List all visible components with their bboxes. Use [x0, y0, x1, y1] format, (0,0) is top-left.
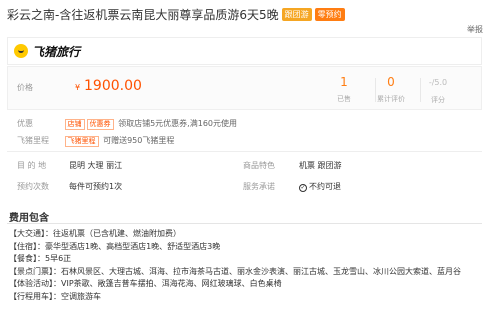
- fee-item: 【大交通】：往返机票（已含机建、燃油附加费）: [9, 229, 181, 238]
- tour-type-tag: 跟团游: [281, 7, 312, 21]
- check-icon: ✓: [299, 184, 307, 192]
- section-divider: [7, 223, 482, 224]
- fee-item: 【行程用车】：空调旅游车: [9, 291, 101, 301]
- fee-item: 【餐食】：5早6正: [9, 254, 72, 263]
- brand-bar: 飞猪旅行: [7, 37, 482, 65]
- rating-stat: -/5.0 评分: [413, 75, 463, 105]
- price-panel: 价格 ¥ 1900.00 1 已售 0 累计评价 -/5.0 评分: [7, 66, 482, 110]
- mileage-row: 飞猪里程 飞猪里程 可赠送950飞猪里程: [17, 135, 174, 147]
- shop-badge: 店铺: [64, 119, 85, 130]
- mileage-text: 可赠送950飞猪里程: [103, 136, 175, 145]
- booking-times-label: 预约次数: [17, 182, 49, 191]
- fliggy-logo-icon: [14, 44, 28, 58]
- review-label: 累计评价: [377, 95, 405, 103]
- product-title: 彩云之南-含往返机票云南昆大丽尊享品质游6天5晚: [7, 7, 279, 22]
- fees-list: 【大交通】：往返机票（已含机建、燃油附加费） 【住宿】：豪华型酒店1晚、高档型酒…: [9, 228, 479, 303]
- rating-value: -/5.0: [428, 78, 448, 87]
- booking-tag: 零预约: [314, 7, 345, 21]
- sold-count: 1: [340, 75, 348, 89]
- sold-stat: 1 已售: [319, 75, 369, 104]
- mileage-label: 飞猪里程: [17, 136, 49, 145]
- service-value: ✓ 不约可退: [299, 181, 341, 192]
- review-stat[interactable]: 0 累计评价: [366, 75, 416, 104]
- divider: [7, 151, 482, 152]
- destination-label: 目 的 地: [17, 161, 47, 170]
- fee-item: 【景点门票】：石林风景区、大理古城、洱海、拉市海茶马古道、丽水金沙表演、丽江古城…: [9, 266, 461, 276]
- brand-logo-text: 飞猪旅行: [32, 44, 81, 59]
- promo-label: 优惠: [17, 119, 33, 128]
- fees-section-title: 费用包含: [9, 213, 49, 224]
- price-label: 价格: [17, 83, 33, 92]
- fee-item: 【体验活动】：VIP茶歌、敞篷吉普车摆拍、洱海花海、网红玻璃球、白色桌椅: [9, 279, 282, 288]
- mileage-badge: 飞猪里程: [64, 136, 99, 147]
- sold-label: 已售: [337, 95, 351, 103]
- service-text: 不约可退: [309, 182, 341, 191]
- destination-value: 昆明 大理 丽江: [69, 161, 123, 170]
- coupon-badge: 优惠券: [86, 119, 114, 130]
- service-label: 服务承诺: [243, 182, 275, 191]
- feature-value: 机票 跟团游: [299, 161, 342, 170]
- rating-label: 评分: [431, 96, 445, 104]
- price-value: 1900.00: [84, 78, 142, 94]
- feature-label: 商品特色: [243, 161, 275, 170]
- promo-text[interactable]: 领取店铺5元优惠券,满160元使用: [118, 119, 237, 128]
- fee-item: 【住宿】：豪华型酒店1晚、高档型酒店1晚、舒适型酒店3晚: [9, 241, 221, 251]
- review-count: 0: [387, 75, 395, 89]
- report-link[interactable]: 举报: [467, 24, 483, 35]
- price-currency: ¥: [75, 83, 81, 92]
- booking-times-value: 每件可预约1次: [69, 182, 123, 191]
- title-row: 彩云之南-含往返机票云南昆大丽尊享品质游6天5晚 跟团游 零预约: [7, 5, 482, 23]
- promo-row: 优惠 店铺 优惠券 领取店铺5元优惠券,满160元使用: [17, 118, 237, 130]
